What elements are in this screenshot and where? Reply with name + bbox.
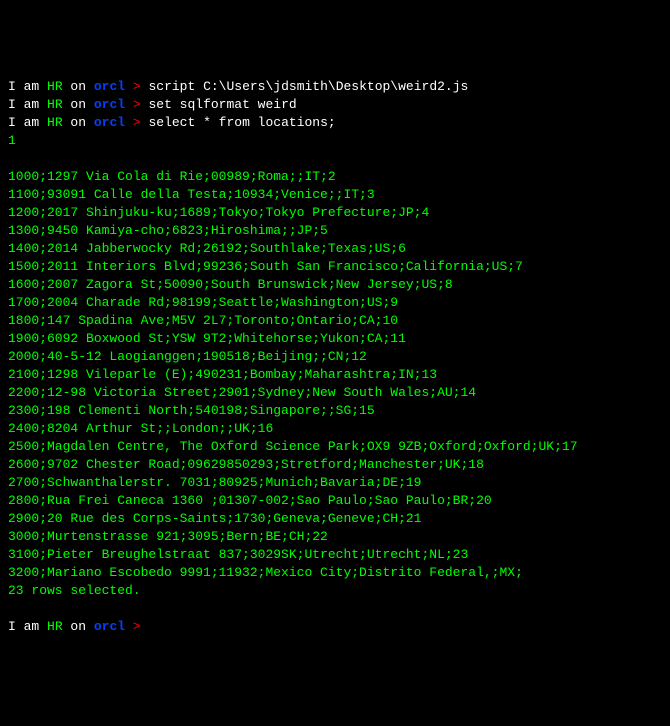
result-row: 3200;Mariano Escobedo 9991;11932;Mexico … (8, 564, 662, 582)
prompt-line-2: I am HR on orcl > select * from location… (8, 114, 662, 132)
output-header: 1 (8, 132, 662, 150)
terminal-output: I am HR on orcl > script C:\Users\jdsmit… (8, 78, 662, 636)
prompt-line-3: I am HR on orcl > (8, 618, 662, 636)
result-row: 2400;8204 Arthur St;;London;;UK;16 (8, 420, 662, 438)
result-row: 2700;Schwanthalerstr. 7031;80925;Munich;… (8, 474, 662, 492)
prompt-user: HR (47, 97, 63, 112)
prompt-gt: > (125, 115, 148, 130)
blank-line (8, 150, 662, 168)
result-row: 2600;9702 Chester Road;09629850293;Stret… (8, 456, 662, 474)
command-text: select * from locations; (148, 115, 335, 130)
prompt-on: on (63, 79, 94, 94)
result-row: 1300;9450 Kamiya-cho;6823;Hiroshima;;JP;… (8, 222, 662, 240)
result-row: 2300;198 Clementi North;540198;Singapore… (8, 402, 662, 420)
prompt-user: HR (47, 619, 63, 634)
result-row: 1200;2017 Shinjuku-ku;1689;Tokyo;Tokyo P… (8, 204, 662, 222)
blank-line (8, 600, 662, 618)
prompt-prefix: I am (8, 79, 47, 94)
result-row: 3100;Pieter Breughelstraat 837;3029SK;Ut… (8, 546, 662, 564)
result-row: 2200;12-98 Victoria Street;2901;Sydney;N… (8, 384, 662, 402)
prompt-gt: > (125, 619, 148, 634)
command-text: script C:\Users\jdsmith\Desktop\weird2.j… (148, 79, 468, 94)
prompt-db: orcl (94, 97, 125, 112)
result-row: 1700;2004 Charade Rd;98199;Seattle;Washi… (8, 294, 662, 312)
result-row: 2800;Rua Frei Caneca 1360 ;01307-002;Sao… (8, 492, 662, 510)
prompt-db: orcl (94, 619, 125, 634)
result-row: 2100;1298 Vileparle (E);490231;Bombay;Ma… (8, 366, 662, 384)
prompt-db: orcl (94, 79, 125, 94)
prompt-gt: > (125, 97, 148, 112)
result-row: 1400;2014 Jabberwocky Rd;26192;Southlake… (8, 240, 662, 258)
rows-selected-footer: 23 rows selected. (8, 582, 662, 600)
result-row: 3000;Murtenstrasse 921;3095;Bern;BE;CH;2… (8, 528, 662, 546)
result-row: 1500;2011 Interiors Blvd;99236;South San… (8, 258, 662, 276)
result-row: 1100;93091 Calle della Testa;10934;Venic… (8, 186, 662, 204)
result-row: 2900;20 Rue des Corps-Saints;1730;Geneva… (8, 510, 662, 528)
prompt-line-0: I am HR on orcl > script C:\Users\jdsmit… (8, 78, 662, 96)
prompt-on: on (63, 115, 94, 130)
result-row: 1600;2007 Zagora St;50090;South Brunswic… (8, 276, 662, 294)
prompt-on: on (63, 619, 94, 634)
result-row: 1900;6092 Boxwood St;YSW 9T2;Whitehorse;… (8, 330, 662, 348)
prompt-line-1: I am HR on orcl > set sqlformat weird (8, 96, 662, 114)
prompt-user: HR (47, 79, 63, 94)
prompt-db: orcl (94, 115, 125, 130)
prompt-prefix: I am (8, 619, 47, 634)
result-row: 1800;147 Spadina Ave;M5V 2L7;Toronto;Ont… (8, 312, 662, 330)
result-row: 2000;40-5-12 Laogianggen;190518;Beijing;… (8, 348, 662, 366)
prompt-user: HR (47, 115, 63, 130)
result-row: 1000;1297 Via Cola di Rie;00989;Roma;;IT… (8, 168, 662, 186)
command-text: set sqlformat weird (148, 97, 296, 112)
prompt-prefix: I am (8, 115, 47, 130)
prompt-prefix: I am (8, 97, 47, 112)
result-row: 2500;Magdalen Centre, The Oxford Science… (8, 438, 662, 456)
prompt-on: on (63, 97, 94, 112)
prompt-gt: > (125, 79, 148, 94)
